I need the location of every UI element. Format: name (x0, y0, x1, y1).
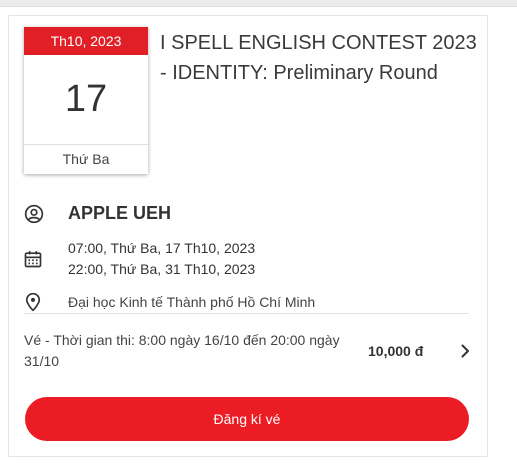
event-location: Đại học Kinh tế Thành phố Hồ Chí Minh (68, 294, 316, 310)
ticket-description: Vé - Thời gian thi: 8:00 ngày 16/10 đến … (24, 332, 340, 369)
map-pin-icon (25, 292, 41, 312)
date-day: 17 (24, 55, 148, 145)
organizer-name: APPLE UEH (68, 203, 172, 223)
calendar-icon (24, 251, 42, 268)
ticket-price: 10,000 đ (368, 343, 424, 359)
top-strip (0, 0, 517, 7)
event-title: I SPELL ENGLISH CONTEST 2023 - IDENTITY:… (160, 32, 477, 84)
divider (24, 313, 469, 314)
end-datetime: 22:00, Thứ Ba, 31 Th10, 2023 (68, 261, 256, 277)
chevron-right-icon[interactable] (457, 343, 473, 359)
date-month: Th10, 2023 (24, 27, 148, 55)
start-datetime: 07:00, Thứ Ba, 17 Th10, 2023 (68, 240, 256, 256)
account-circle-icon (24, 204, 44, 224)
date-weekday: Thứ Ba (62, 151, 110, 167)
date-card: Th10, 2023 17 Thứ Ba (24, 27, 148, 174)
register-ticket-button[interactable]: Đăng kí vé (25, 397, 469, 441)
